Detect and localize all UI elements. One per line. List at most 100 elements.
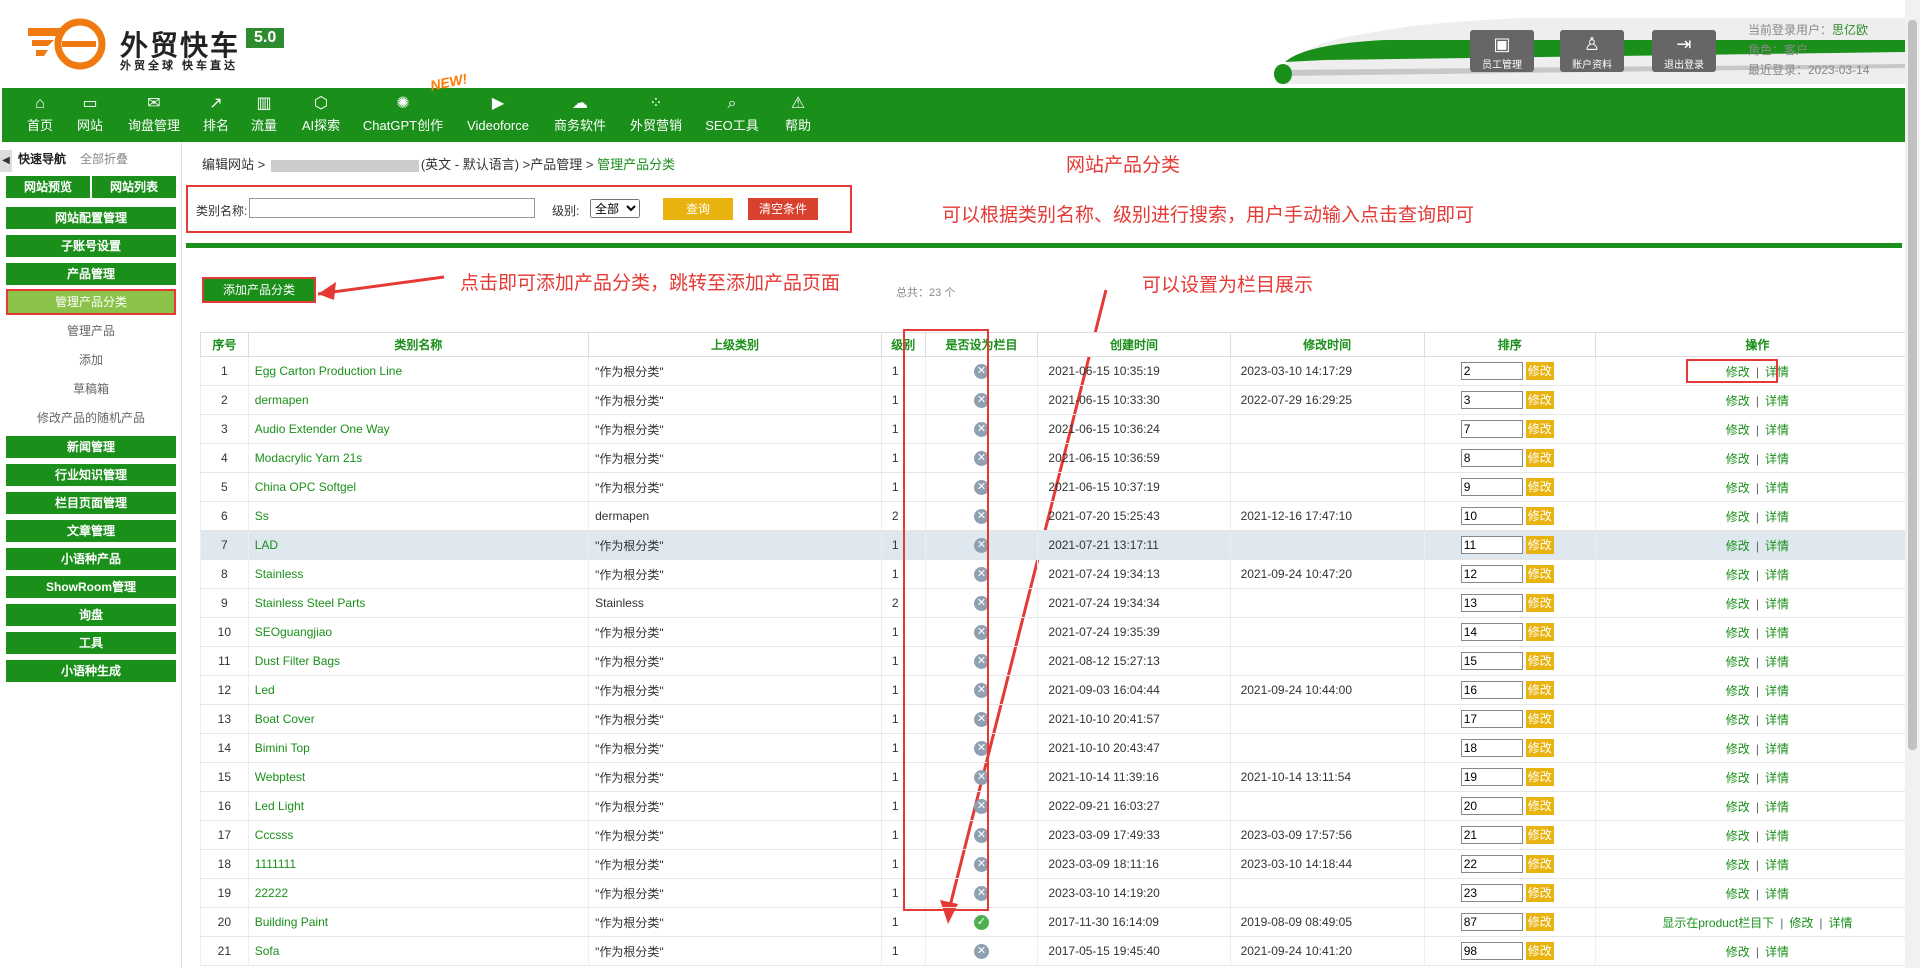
nav-videoforce[interactable]: ▶ Videoforce [458, 88, 538, 142]
detail-link[interactable]: 详情 [1765, 829, 1789, 843]
nav-home[interactable]: ⌂ 首页 [16, 88, 64, 142]
detail-link[interactable]: 详情 [1765, 713, 1789, 727]
edit-link[interactable]: 修改 [1726, 568, 1750, 582]
category-name-link[interactable]: Webptest [247, 762, 590, 792]
detail-link[interactable]: 详情 [1765, 626, 1789, 640]
edit-link[interactable]: 修改 [1726, 858, 1750, 872]
category-name-link[interactable]: Sofa [247, 936, 590, 966]
sidebar-item-news[interactable]: 新闻管理 [6, 436, 176, 458]
sort-update-button[interactable]: 修改 [1525, 507, 1554, 525]
sidebar-item-drafts[interactable]: 草稿箱 [6, 376, 176, 402]
nav-ai-explore[interactable]: ⬡ AI探索 [292, 88, 350, 142]
sort-input[interactable] [1460, 710, 1523, 728]
edit-link[interactable]: 修改 [1726, 452, 1750, 466]
quick-nav-label[interactable]: 快速导航 [18, 150, 66, 167]
check-icon[interactable]: ✓ [974, 915, 989, 930]
edit-link[interactable]: 修改 [1726, 742, 1750, 756]
category-name-link[interactable]: Ss [247, 501, 590, 531]
category-name-link[interactable]: Egg Carton Production Line [247, 356, 590, 386]
scrollbar-thumb[interactable] [1908, 20, 1917, 750]
detail-link[interactable]: 详情 [1765, 394, 1789, 408]
sort-update-button[interactable]: 修改 [1525, 565, 1554, 583]
staff-management-button[interactable]: ▣ 员工管理 [1470, 30, 1534, 72]
edit-link[interactable]: 修改 [1726, 887, 1750, 901]
sort-update-button[interactable]: 修改 [1525, 420, 1554, 438]
show-in-column-link[interactable]: 显示在product栏目下 [1662, 916, 1774, 930]
sidebar-item-random-products[interactable]: 修改产品的随机产品 [6, 405, 176, 431]
sort-input[interactable] [1460, 739, 1523, 757]
sort-update-button[interactable]: 修改 [1525, 536, 1554, 554]
sort-input[interactable] [1460, 942, 1523, 960]
nav-marketing[interactable]: ⁘ 外贸营销 [622, 88, 690, 142]
nav-chatgpt[interactable]: ✺ ChatGPT创作 [358, 88, 448, 142]
sort-input[interactable] [1460, 594, 1523, 612]
sidebar-item-add[interactable]: 添加 [6, 347, 176, 373]
sidebar-item-product-management[interactable]: 产品管理 [6, 263, 176, 285]
edit-link[interactable]: 修改 [1726, 626, 1750, 640]
sort-input[interactable] [1460, 478, 1523, 496]
query-button[interactable]: 查询 [663, 198, 733, 220]
sort-input[interactable] [1460, 826, 1523, 844]
edit-link[interactable]: 修改 [1726, 771, 1750, 785]
edit-link[interactable]: 修改 [1726, 829, 1750, 843]
sort-update-button[interactable]: 修改 [1525, 681, 1554, 699]
sidebar-item-manage-categories[interactable]: 管理产品分类 [6, 289, 176, 315]
category-name-link[interactable]: Cccsss [247, 820, 590, 850]
category-name-link[interactable]: Building Paint [247, 907, 590, 937]
nav-ranking[interactable]: ↗ 排名 [194, 88, 238, 142]
sort-input[interactable] [1460, 913, 1523, 931]
collapse-all[interactable]: 全部折叠 [80, 150, 128, 167]
sort-update-button[interactable]: 修改 [1525, 913, 1554, 931]
sidebar-item-site-config[interactable]: 网站配置管理 [6, 207, 176, 229]
site-list-button[interactable]: 网站列表 [92, 176, 176, 198]
sort-input[interactable] [1460, 623, 1523, 641]
category-name-link[interactable]: Stainless Steel Parts [247, 588, 590, 618]
nav-seo-tools[interactable]: ⌕ SEO工具 [700, 88, 764, 142]
sort-input[interactable] [1460, 536, 1523, 554]
nav-help[interactable]: ⚠ 帮助 [774, 88, 822, 142]
sidebar-item-minor-lang-products[interactable]: 小语种产品 [6, 548, 176, 570]
sort-update-button[interactable]: 修改 [1525, 739, 1554, 757]
sort-update-button[interactable]: 修改 [1525, 710, 1554, 728]
column-status[interactable]: ✕ [924, 936, 1039, 966]
edit-link[interactable]: 修改 [1726, 684, 1750, 698]
sidebar-item-articles[interactable]: 文章管理 [6, 520, 176, 542]
detail-link[interactable]: 详情 [1765, 655, 1789, 669]
sort-input[interactable] [1460, 681, 1523, 699]
detail-link[interactable]: 详情 [1765, 684, 1789, 698]
sidebar-item-tools[interactable]: 工具 [6, 632, 176, 654]
sort-update-button[interactable]: 修改 [1525, 942, 1554, 960]
edit-link[interactable]: 修改 [1726, 655, 1750, 669]
detail-link[interactable]: 详情 [1765, 945, 1789, 959]
sort-input[interactable] [1460, 652, 1523, 670]
edit-link[interactable]: 修改 [1726, 597, 1750, 611]
sort-update-button[interactable]: 修改 [1525, 594, 1554, 612]
sort-update-button[interactable]: 修改 [1525, 391, 1554, 409]
sidebar-item-showroom[interactable]: ShowRoom管理 [6, 576, 176, 598]
detail-link[interactable]: 详情 [1765, 510, 1789, 524]
sidebar-item-industry-knowledge[interactable]: 行业知识管理 [6, 464, 176, 486]
sort-input[interactable] [1460, 884, 1523, 902]
category-name-link[interactable]: Led [247, 675, 590, 705]
sort-update-button[interactable]: 修改 [1525, 449, 1554, 467]
nav-business-software[interactable]: ☁ 商务软件 [548, 88, 612, 142]
edit-link[interactable]: 修改 [1726, 713, 1750, 727]
edit-link[interactable]: 修改 [1726, 481, 1750, 495]
edit-link[interactable]: 修改 [1726, 539, 1750, 553]
category-name-link[interactable]: LAD [247, 530, 590, 560]
sort-update-button[interactable]: 修改 [1525, 855, 1554, 873]
sort-input[interactable] [1460, 768, 1523, 786]
category-name-link[interactable]: China OPC Softgel [247, 472, 590, 502]
detail-link[interactable]: 详情 [1765, 887, 1789, 901]
nav-website[interactable]: ▭ 网站 [66, 88, 114, 142]
detail-link[interactable]: 详情 [1765, 858, 1789, 872]
edit-link[interactable]: 修改 [1789, 916, 1813, 930]
detail-link[interactable]: 详情 [1765, 742, 1789, 756]
sidebar-item-manage-products[interactable]: 管理产品 [6, 318, 176, 344]
sort-input[interactable] [1460, 362, 1523, 380]
sidebar-item-column-pages[interactable]: 栏目页面管理 [6, 492, 176, 514]
sidebar-item-inquiry[interactable]: 询盘 [6, 604, 176, 626]
site-preview-button[interactable]: 网站预览 [6, 176, 90, 198]
level-select[interactable]: 全部 [590, 199, 640, 218]
sort-update-button[interactable]: 修改 [1525, 884, 1554, 902]
